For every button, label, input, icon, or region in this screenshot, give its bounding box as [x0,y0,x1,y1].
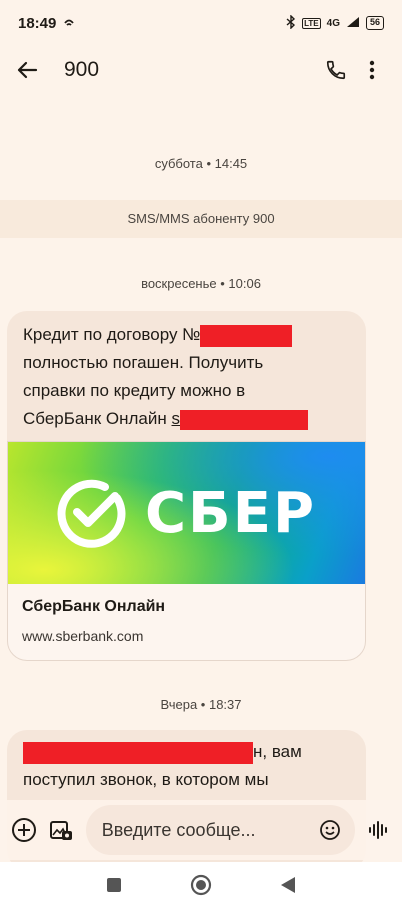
back-nav-button[interactable] [280,876,296,899]
message-input-placeholder: Введите сообще... [101,819,256,840]
sber-logo-icon [57,479,126,548]
gallery-button[interactable] [43,810,80,850]
redacted-area [200,324,293,347]
message-text: н, вам поступил звонок, в котором мы [7,730,366,794]
call-button[interactable] [318,52,354,88]
message-link[interactable]: s [171,409,308,430]
network-type: 4G [326,17,340,29]
add-attachment-button[interactable] [6,810,43,850]
date-separator: Вчера • 18:37 [160,697,242,712]
triangle-back-icon [281,876,295,893]
date-separator: воскресенье • 10:06 [141,276,261,291]
phone-icon [326,60,346,80]
back-button[interactable] [12,55,42,85]
battery-indicator: 56 [365,16,384,30]
message-line: н, вам [253,742,302,761]
signal-icon [346,16,360,31]
system-nav-bar [0,862,402,912]
voice-waveform-icon [368,821,387,839]
message-line: поступил звонок, в котором мы [23,770,269,789]
more-vert-icon [369,60,375,80]
message-line: полностью погашен. Получить [23,353,264,372]
voice-message-button[interactable] [359,810,396,850]
status-time: 18:49 [18,14,57,32]
preview-url: www.sberbank.com [22,628,144,644]
more-options-button[interactable] [354,52,390,88]
bluetooth-icon [286,13,296,32]
message-bubble[interactable]: Кредит по договору № полностью погашен. … [7,311,366,451]
home-button[interactable] [190,874,212,901]
recents-button[interactable] [106,877,122,898]
sber-brand-text: СБЕР [144,480,317,546]
link-preview-card[interactable]: СБЕР СберБанк Онлайн www.sberbank.com [7,441,366,661]
arrow-left-icon [17,61,38,79]
hotspot-icon [62,14,76,32]
emoji-button[interactable] [315,819,345,841]
status-bar: 18:49 LTE 4G 56 [0,0,402,46]
lte-badge: LTE [302,17,321,29]
message-input[interactable]: Введите сообще... [85,805,356,855]
message-text: Кредит по договору № полностью погашен. … [7,311,366,433]
plus-circle-icon [12,818,37,842]
square-icon [107,877,121,892]
emoji-icon [320,820,341,840]
preview-title: СберБанк Онлайн [22,598,166,615]
sms-recipient-banner: SMS/MMS абоненту 900 [0,200,402,238]
date-separator: суббота • 14:45 [154,156,248,171]
app-bar: 900 [0,46,402,94]
preview-image: СБЕР [8,442,365,584]
link-text: s [171,409,181,428]
message-line: Кредит по договору № [23,325,201,344]
message-line: справки по кредиту можно в [23,381,246,400]
gallery-icon [50,821,73,840]
redacted-area [180,409,308,430]
conversation-title: 900 [64,58,100,81]
redacted-area [23,741,253,764]
composer-bar: Введите сообще... [0,800,402,860]
message-line: СберБанк Онлайн [23,409,167,428]
battery-level: 56 [369,17,380,27]
circle-icon [190,874,212,895]
